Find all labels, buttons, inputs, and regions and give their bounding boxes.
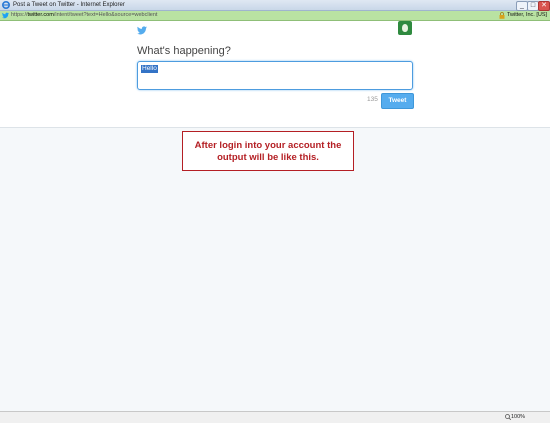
annotation-line-2: output will be like this. [217,152,319,163]
twitter-logo-icon[interactable] [137,26,147,35]
tweet-text-selected[interactable]: Hello [141,65,158,73]
ie-icon [2,1,10,9]
window-title: Post a Tweet on Twitter - Internet Explo… [13,2,125,8]
window-titlebar: Post a Tweet on Twitter - Internet Explo… [0,0,550,11]
status-bar: 100% [0,411,550,423]
address-bar[interactable]: https://twitter.com/intent/tweet?text=He… [0,11,550,21]
character-counter: 135 [367,96,378,103]
close-button[interactable]: ✕ [538,1,550,11]
url-text[interactable]: https://twitter.com/intent/tweet?text=He… [11,11,157,20]
annotation-callout: After login into your account the output… [182,131,354,171]
compose-prompt: What's happening? [137,45,231,57]
certificate-label[interactable]: Twitter, Inc. [US] [507,11,547,20]
tweet-textarea[interactable]: Hello [137,61,413,90]
zoom-level[interactable]: 100% [511,413,525,422]
avatar[interactable] [398,21,412,35]
annotation-line-1: After login into your account the [194,140,342,151]
tweet-button[interactable]: Tweet [381,93,414,109]
lock-icon[interactable] [499,12,505,19]
twitter-favicon-icon [2,12,9,19]
